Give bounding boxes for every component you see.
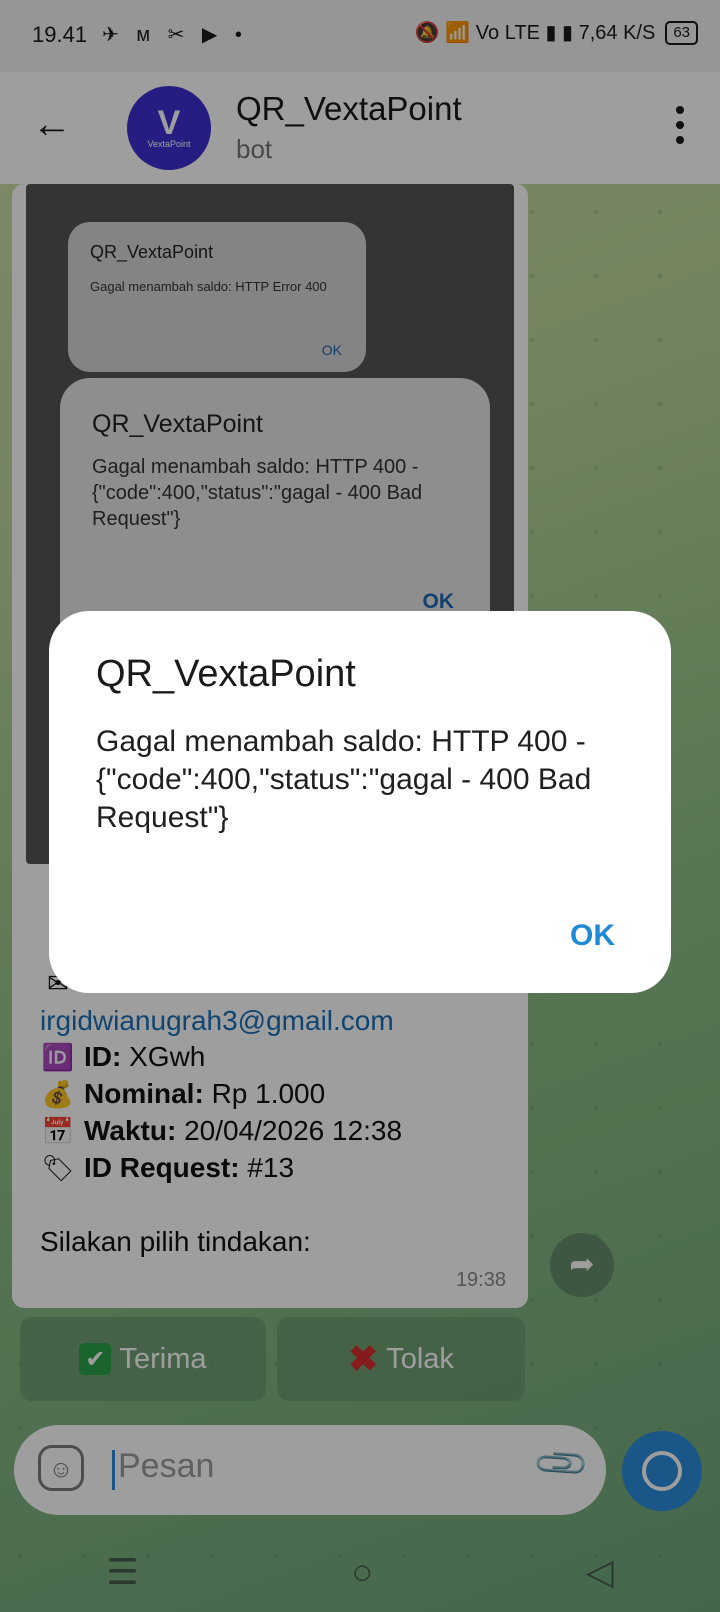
dialog-message: Gagal menambah saldo: HTTP 400 - {"code"… — [96, 725, 592, 834]
dialog-title: QR_VextaPoint — [96, 653, 356, 695]
dialog-ok-button[interactable]: OK — [570, 919, 615, 953]
alert-dialog: QR_VextaPoint Gagal menambah saldo: HTTP… — [49, 611, 671, 993]
